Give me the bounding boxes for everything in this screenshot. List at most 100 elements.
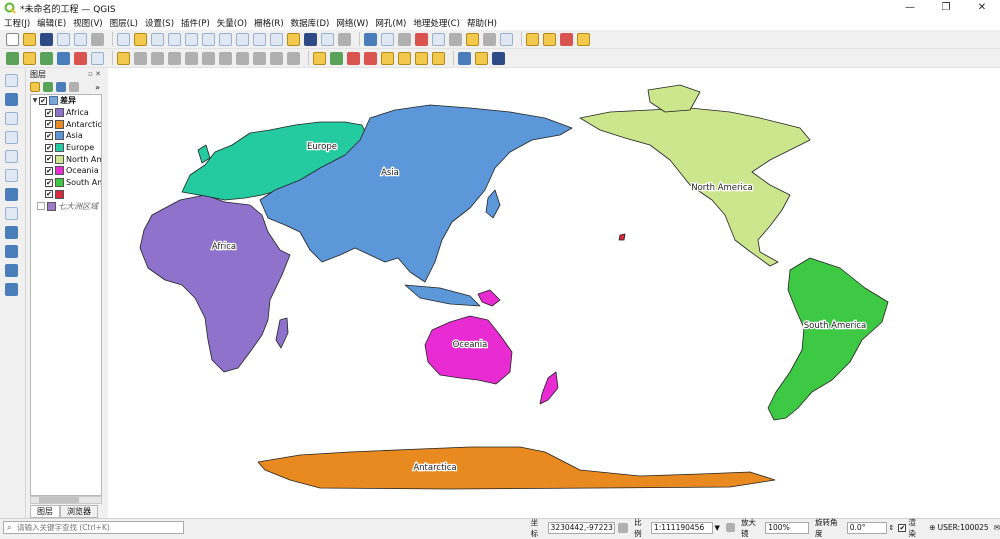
select-features-icon[interactable] — [526, 32, 539, 46]
deselect-all-icon[interactable] — [560, 32, 573, 46]
layer-item[interactable]: ✔ Africa — [31, 107, 101, 119]
toggle-extents-icon[interactable] — [618, 522, 629, 533]
zoom-in-icon[interactable] — [151, 32, 164, 46]
manage-visibility-icon[interactable] — [56, 82, 66, 92]
add-spatialite-icon[interactable] — [5, 150, 18, 163]
render-checkbox[interactable]: ✔ — [898, 523, 907, 532]
menu-mesh[interactable]: 网孔(M) — [375, 17, 406, 29]
scale-field[interactable]: 1:111190456 — [650, 521, 713, 534]
menu-database[interactable]: 数据库(D) — [291, 17, 330, 29]
zoom-layer-icon[interactable] — [219, 32, 232, 46]
zoom-native-icon[interactable] — [236, 32, 249, 46]
add-mesh-layer-icon[interactable] — [5, 112, 18, 125]
rotation-stepper-icon[interactable]: ⇕ — [889, 524, 895, 532]
add-geopackage-icon[interactable] — [5, 169, 18, 182]
settings-gear-icon[interactable] — [483, 32, 496, 46]
new-project-icon[interactable] — [6, 32, 19, 46]
globe-plugin-icon[interactable] — [458, 51, 471, 65]
toggle-editing-icon[interactable] — [117, 51, 130, 65]
crs-value[interactable]: USER:100025 — [938, 523, 989, 532]
add-raster-icon[interactable] — [57, 51, 70, 65]
new-layer-icon[interactable] — [23, 51, 36, 65]
menu-edit[interactable]: 编辑(E) — [37, 17, 66, 29]
pan-icon[interactable] — [117, 32, 130, 46]
menu-vector[interactable]: 矢量(O) — [217, 17, 247, 29]
more-icon[interactable]: » — [95, 83, 100, 92]
digitize-icon[interactable] — [168, 51, 181, 65]
lock-scale-icon[interactable] — [725, 523, 735, 532]
zoom-selection-icon[interactable] — [202, 32, 215, 46]
data-source-manager-icon[interactable] — [6, 51, 19, 65]
processing-toolbox-icon[interactable] — [398, 32, 411, 46]
layer-checkbox[interactable]: ✔ — [45, 108, 53, 117]
label-diagram-icon[interactable] — [432, 51, 445, 65]
delete-selected-icon[interactable] — [202, 51, 215, 65]
maximize-button[interactable]: ❐ — [928, 0, 964, 16]
menu-layer[interactable]: 图层(L) — [110, 17, 138, 29]
map-canvas[interactable]: Europe Asia Africa North America South A… — [108, 68, 1000, 518]
layer-item[interactable]: ✔ South America — [31, 177, 101, 189]
coordinate-field[interactable]: 3230442,-9722312 — [547, 521, 616, 534]
add-xyz-layer-icon[interactable] — [5, 283, 18, 296]
world-map[interactable]: Europe Asia Africa North America South A… — [108, 68, 1000, 518]
layer-checkbox[interactable]: ✔ — [45, 155, 53, 164]
messages-icon[interactable]: ✉ — [994, 523, 1000, 532]
label-preview-icon[interactable] — [364, 51, 377, 65]
zoom-last-icon[interactable] — [253, 32, 266, 46]
horizontal-scrollbar[interactable] — [30, 496, 102, 504]
layer-checkbox[interactable]: ✔ — [45, 190, 53, 199]
save-as-icon[interactable] — [57, 32, 70, 46]
style-manager-icon[interactable] — [91, 32, 104, 46]
layer-item[interactable]: ✔ Asia — [31, 130, 101, 142]
label-show-hide-icon[interactable] — [347, 51, 360, 65]
open-attribute-table-icon[interactable] — [381, 32, 394, 46]
add-wfs-layer-icon[interactable] — [5, 245, 18, 258]
python-console-icon[interactable] — [475, 51, 488, 65]
rotation-field[interactable]: 0.0° — [846, 521, 887, 534]
copy-features-icon[interactable] — [236, 51, 249, 65]
zoom-next-icon[interactable] — [270, 32, 283, 46]
print-layout-icon[interactable] — [74, 32, 87, 46]
layer-group-row[interactable]: ▼ ✔ 差异 — [31, 95, 101, 107]
layer-item[interactable]: ✔ Europe — [31, 142, 101, 154]
pan-to-selection-icon[interactable] — [134, 32, 147, 46]
layer-item-unchecked[interactable]: 七大洲区域 — [31, 200, 101, 212]
add-delimited-text-icon[interactable] — [5, 131, 18, 144]
measure-line-icon[interactable] — [449, 32, 462, 46]
add-mesh-icon[interactable] — [74, 51, 87, 65]
layer-item[interactable]: ✔ Antarctica — [31, 118, 101, 130]
menu-plugins[interactable]: 插件(P) — [181, 17, 210, 29]
close-button[interactable]: ✕ — [964, 0, 1000, 16]
menu-project[interactable]: 工程(J) — [4, 17, 30, 29]
label-rotate-icon[interactable] — [398, 51, 411, 65]
show-bookmarks-icon[interactable] — [304, 32, 317, 46]
layer-item[interactable]: ✔ North America — [31, 153, 101, 165]
collapse-arrow-icon[interactable]: ▼ — [31, 97, 39, 104]
layer-checkbox[interactable] — [37, 202, 45, 211]
crs-globe-icon[interactable]: ⊕ — [929, 523, 935, 532]
save-project-icon[interactable] — [40, 32, 53, 46]
menu-settings[interactable]: 设置(S) — [145, 17, 174, 29]
magnifier-field[interactable]: 100% — [765, 521, 809, 534]
paste-features-icon[interactable] — [253, 51, 266, 65]
new-bookmark-icon[interactable] — [287, 32, 300, 46]
cut-features-icon[interactable] — [219, 51, 232, 65]
menu-raster[interactable]: 栅格(R) — [254, 17, 284, 29]
label-pin-icon[interactable] — [330, 51, 343, 65]
add-feature-icon[interactable] — [151, 51, 164, 65]
zoom-out-icon[interactable] — [168, 32, 181, 46]
add-wms-layer-icon[interactable] — [5, 226, 18, 239]
select-location-icon[interactable] — [577, 32, 590, 46]
vertex-tool-icon[interactable] — [185, 51, 198, 65]
panel-float-close-icon[interactable]: ▫ ✕ — [88, 70, 101, 78]
current-edits-icon[interactable] — [134, 51, 147, 65]
layer-item[interactable]: ✔ — [31, 189, 101, 201]
add-virtual-layer-icon[interactable] — [5, 207, 18, 220]
layer-checkbox[interactable]: ✔ — [45, 131, 53, 140]
add-vector-layer-icon[interactable] — [5, 74, 18, 87]
layer-checkbox[interactable]: ✔ — [45, 143, 53, 152]
menu-view[interactable]: 视图(V) — [73, 17, 102, 29]
select-by-value-icon[interactable] — [543, 32, 556, 46]
tab-layers[interactable]: 图层 — [30, 505, 60, 518]
layer-item[interactable]: ✔ Oceania — [31, 165, 101, 177]
